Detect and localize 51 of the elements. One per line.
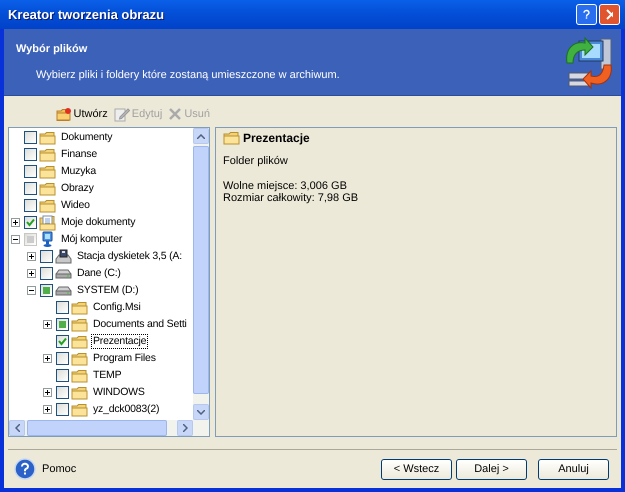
document-icon bbox=[39, 214, 56, 230]
floppy-drive-icon bbox=[55, 248, 72, 264]
folder-icon bbox=[39, 198, 56, 212]
folder-icon bbox=[223, 131, 240, 145]
folder-icon bbox=[71, 300, 88, 314]
page-description: Wybierz pliki i foldery które zostaną umieszczone w archiwum. bbox=[36, 69, 341, 82]
create-button[interactable]: Utwórz bbox=[56, 106, 108, 122]
folder-icon bbox=[71, 386, 88, 400]
new-folder-icon bbox=[56, 106, 72, 122]
folder-icon bbox=[39, 182, 56, 196]
delete-icon bbox=[168, 107, 182, 121]
folder-icon bbox=[39, 130, 56, 144]
drive-icon bbox=[55, 284, 72, 296]
help-button[interactable] bbox=[576, 4, 597, 26]
folder-icon bbox=[71, 334, 88, 348]
folder-icon bbox=[71, 318, 88, 332]
free-space-text: Wolne miejsce: 3,006 GB bbox=[223, 180, 348, 192]
checkbox[interactable] bbox=[24, 182, 37, 195]
folder-icon bbox=[39, 164, 56, 178]
help-icon bbox=[583, 8, 590, 22]
checkbox[interactable] bbox=[24, 148, 37, 161]
tree-item[interactable]: Moje dokumenty bbox=[59, 215, 138, 230]
total-size-text: Rozmiar całkowity: 7,98 GB bbox=[223, 192, 360, 204]
tree-item[interactable]: Wideo bbox=[59, 198, 92, 213]
tree-item[interactable]: Obrazy bbox=[59, 181, 96, 196]
folder-icon bbox=[39, 148, 56, 162]
folder-icon bbox=[71, 402, 88, 416]
checkbox[interactable] bbox=[24, 165, 37, 178]
window-title: Kreator tworzenia obrazu bbox=[8, 7, 166, 22]
vertical-scrollbar[interactable] bbox=[193, 128, 209, 420]
folder-icon bbox=[71, 352, 88, 366]
drive-icon bbox=[55, 268, 72, 280]
folder-icon bbox=[71, 368, 88, 382]
next-button[interactable]: Dalej > bbox=[456, 458, 527, 480]
item-type: Folder plików bbox=[223, 155, 289, 167]
close-button[interactable] bbox=[599, 4, 620, 26]
page-title: Wybór plików bbox=[16, 43, 88, 56]
help-icon bbox=[14, 458, 36, 480]
back-button[interactable]: < Wstecz bbox=[381, 458, 452, 480]
horizontal-scrollbar[interactable] bbox=[9, 420, 209, 436]
cancel-button[interactable]: Anuluj bbox=[538, 458, 609, 480]
tree-item[interactable]: Muzyka bbox=[59, 164, 98, 179]
checkbox[interactable] bbox=[24, 199, 37, 212]
help-link[interactable]: Pomoc bbox=[14, 458, 381, 480]
item-name: Prezentacje bbox=[243, 131, 310, 145]
expand-toggle[interactable] bbox=[11, 218, 20, 227]
tree-item[interactable]: Dokumenty bbox=[59, 130, 114, 145]
checkbox[interactable] bbox=[24, 131, 37, 144]
close-icon bbox=[606, 9, 613, 20]
tree-item[interactable]: Finanse bbox=[59, 147, 99, 162]
edit-icon bbox=[114, 106, 130, 122]
